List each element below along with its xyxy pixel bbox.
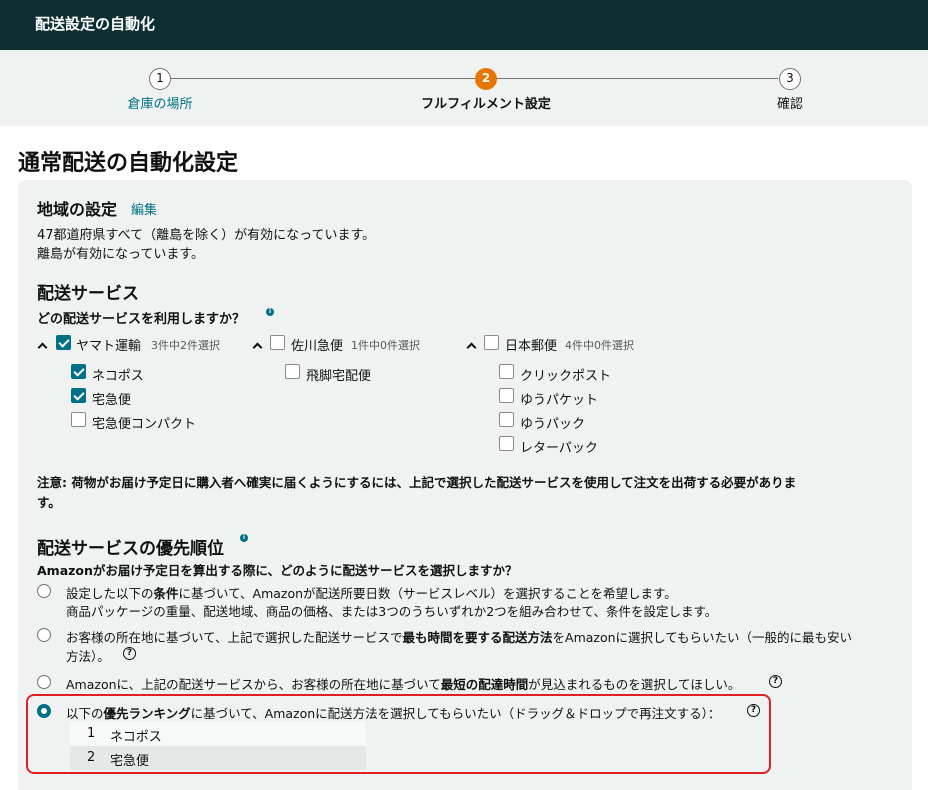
service-takkyubin-checkbox[interactable] — [71, 388, 86, 403]
priority-option-2-subtext: 方法）。 — [66, 649, 110, 664]
progress-stepper: 1 2 3 倉庫の場所 フルフィルメント設定 確認 — [0, 50, 928, 126]
step-1-label[interactable]: 倉庫の場所 — [127, 93, 192, 112]
region-line-1: 47都道府県すべて（離島を除く）が有効になっています。 — [37, 228, 376, 243]
carrier-yamato-label: ヤマト運輸 — [76, 339, 142, 354]
service-yupacket-label: ゆうパケット — [520, 393, 599, 408]
step-2-label: フルフィルメント設定 — [421, 97, 551, 112]
service-hikyaku-label: 飛脚宅配便 — [306, 369, 372, 384]
service-letterpack-checkbox[interactable] — [499, 436, 514, 451]
service-yupack-checkbox[interactable] — [499, 412, 514, 427]
step-1-circle[interactable]: 1 — [149, 68, 171, 90]
stepper-line — [497, 78, 778, 79]
carrier-sagawa-label: 佐川急便 — [291, 339, 344, 354]
help-icon[interactable]: ? — [769, 675, 782, 688]
service-takkyubin-compact-label: 宅急便コンパクト — [92, 417, 197, 432]
priority-option-3-radio[interactable] — [37, 675, 51, 689]
carrier-japanpost-label: 日本郵便 — [505, 339, 558, 354]
top-bar: 配送設定の自動化 — [0, 0, 928, 50]
shipping-services-question: どの配送サービスを利用しますか？ — [37, 312, 246, 327]
shipping-notice: 注意: 荷物がお届け予定日に購入者へ確実に届くようにするには、上記で選択した配送… — [37, 475, 797, 490]
carrier-yamato-count: 3件中2件選択 — [151, 339, 220, 352]
page-title: 通常配送の自動化設定 — [18, 151, 239, 176]
region-heading: 地域の設定 — [37, 200, 118, 219]
service-takkyubin-compact-checkbox[interactable] — [71, 412, 86, 427]
service-clickpost-checkbox[interactable] — [499, 364, 514, 379]
priority-option-3-text: Amazonに、上記の配送サービスから、お客様の所在地に基づいて最短の配達時間が… — [66, 677, 741, 692]
priority-option-1-radio[interactable] — [37, 584, 51, 598]
region-edit-link[interactable]: 編集 — [131, 199, 157, 218]
service-nekopos-label: ネコポス — [92, 369, 144, 384]
carrier-japanpost-checkbox[interactable] — [484, 335, 499, 350]
priority-heading: 配送サービスの優先順位 — [37, 539, 224, 559]
priority-option-2-text: お客様の所在地に基づいて、上記で選択した配送サービスで最も時間を要する配送方法を… — [66, 630, 853, 645]
carrier-sagawa-count: 1件中0件選択 — [351, 339, 420, 352]
carrier-japanpost-count: 4件中0件選択 — [565, 339, 634, 352]
carrier-yamato-checkbox[interactable] — [56, 335, 71, 350]
service-takkyubin-label: 宅急便 — [92, 393, 132, 408]
service-clickpost-label: クリックポスト — [520, 369, 612, 384]
region-line-2: 離島が有効になっています。 — [37, 247, 205, 262]
shipping-notice-cont: す。 — [37, 495, 61, 510]
service-yupacket-checkbox[interactable] — [499, 388, 514, 403]
app-title: 配送設定の自動化 — [35, 15, 156, 33]
help-icon[interactable]: ? — [123, 647, 136, 660]
stepper-line — [171, 78, 475, 79]
priority-option-1-text: 設定した以下の条件に基づいて、Amazonが配送所要日数（サービスレベル）を選択… — [66, 586, 677, 601]
step-3-circle: 3 — [779, 68, 801, 90]
priority-option-2-radio[interactable] — [37, 628, 51, 642]
service-letterpack-label: レターパック — [520, 441, 598, 456]
step-3-label: 確認 — [776, 97, 804, 112]
info-icon[interactable]: i — [266, 308, 274, 316]
info-icon[interactable]: i — [240, 534, 248, 542]
highlight-box — [26, 694, 771, 774]
shipping-services-heading: 配送サービス — [37, 284, 139, 304]
priority-question: Amazonがお届け予定日を算出する際に、どのように配送サービスを選択しますか？ — [37, 563, 518, 578]
service-yupack-label: ゆうパック — [520, 417, 586, 432]
priority-option-1-subtext: 商品パッケージの重量、配送地域、商品の価格、または3つのうちいずれか2つを組み合… — [66, 604, 718, 619]
carrier-sagawa-checkbox[interactable] — [270, 335, 285, 350]
step-2-circle: 2 — [475, 68, 497, 90]
service-nekopos-checkbox[interactable] — [71, 364, 86, 379]
service-hikyaku-checkbox[interactable] — [285, 364, 300, 379]
